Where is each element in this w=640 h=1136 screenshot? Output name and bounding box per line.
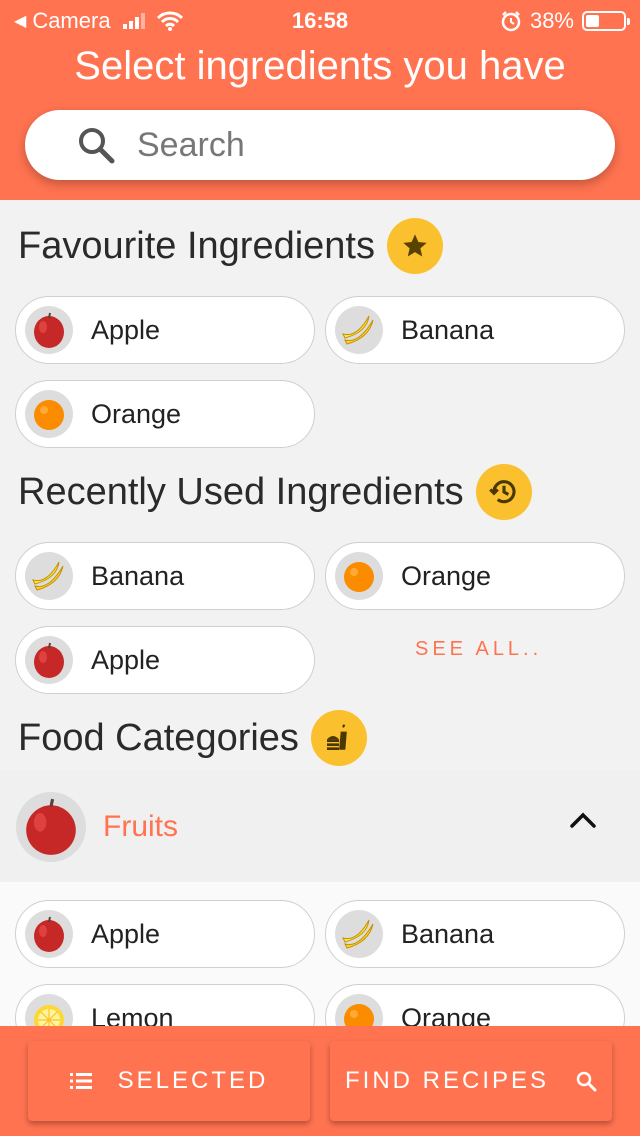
search-icon bbox=[576, 1071, 597, 1092]
recent-chip-orange[interactable]: Orange bbox=[325, 542, 625, 610]
chip-label: Apple bbox=[91, 314, 161, 345]
selected-label: SELECTED bbox=[117, 1067, 269, 1094]
banana-icon bbox=[335, 306, 383, 354]
search-bar[interactable] bbox=[25, 110, 615, 180]
orange-icon bbox=[335, 552, 383, 600]
category-fruits-header[interactable]: Fruits bbox=[0, 770, 640, 882]
search-icon bbox=[79, 128, 115, 164]
chip-label: Apple bbox=[91, 644, 161, 675]
category-label: Fruits bbox=[103, 810, 178, 843]
categories-title: Food Categories bbox=[18, 716, 299, 759]
alarm-icon bbox=[501, 11, 521, 32]
fast-food-icon bbox=[310, 710, 367, 766]
favourites-title: Favourite Ingredients bbox=[18, 224, 375, 267]
recent-chip-apple[interactable]: Apple bbox=[15, 626, 315, 694]
battery-percent: 38% bbox=[529, 8, 574, 33]
fruit-chip-banana[interactable]: Banana bbox=[325, 900, 625, 968]
apple-icon bbox=[25, 910, 73, 958]
app-header: ◀ Camera 16:58 38% Select ingredients yo… bbox=[0, 0, 640, 200]
recent-heading: Recently Used Ingredients bbox=[18, 464, 532, 520]
history-icon bbox=[475, 464, 532, 520]
battery-icon bbox=[582, 11, 630, 31]
banana-icon bbox=[335, 910, 383, 958]
favourite-chip-apple[interactable]: Apple bbox=[15, 296, 315, 364]
status-right: 38% bbox=[500, 8, 630, 34]
chip-label: Apple bbox=[91, 918, 161, 949]
star-icon bbox=[386, 218, 443, 274]
find-recipes-label: FIND RECIPES bbox=[344, 1067, 550, 1094]
recent-title: Recently Used Ingredients bbox=[18, 470, 464, 513]
favourites-heading: Favourite Ingredients bbox=[18, 218, 443, 274]
recent-chip-banana[interactable]: Banana bbox=[15, 542, 315, 610]
favourite-chip-banana[interactable]: Banana bbox=[325, 296, 625, 364]
page-title: Select ingredients you have bbox=[74, 44, 566, 88]
chip-label: Banana bbox=[401, 918, 495, 949]
status-bar: ◀ Camera 16:58 38% bbox=[0, 0, 640, 40]
list-icon bbox=[69, 1073, 92, 1089]
chevron-up-icon[interactable] bbox=[568, 810, 598, 830]
banana-icon bbox=[25, 552, 73, 600]
apple-icon bbox=[25, 306, 73, 354]
chip-label: Banana bbox=[91, 560, 185, 591]
favourite-chip-orange[interactable]: Orange bbox=[15, 380, 315, 448]
chip-label: Orange bbox=[91, 398, 182, 429]
chip-label: Orange bbox=[401, 560, 492, 591]
fruit-chip-apple[interactable]: Apple bbox=[15, 900, 315, 968]
apple-icon bbox=[16, 792, 86, 862]
search-input[interactable] bbox=[137, 123, 577, 167]
selected-button[interactable]: SELECTED bbox=[28, 1041, 310, 1121]
categories-heading: Food Categories bbox=[18, 710, 367, 766]
chip-label: Banana bbox=[401, 314, 495, 345]
orange-icon bbox=[25, 390, 73, 438]
see-all-link[interactable]: SEE ALL.. bbox=[415, 638, 542, 661]
apple-icon bbox=[25, 636, 73, 684]
bottom-action-bar: SELECTED FIND RECIPES bbox=[0, 1026, 640, 1136]
find-recipes-button[interactable]: FIND RECIPES bbox=[330, 1041, 612, 1121]
